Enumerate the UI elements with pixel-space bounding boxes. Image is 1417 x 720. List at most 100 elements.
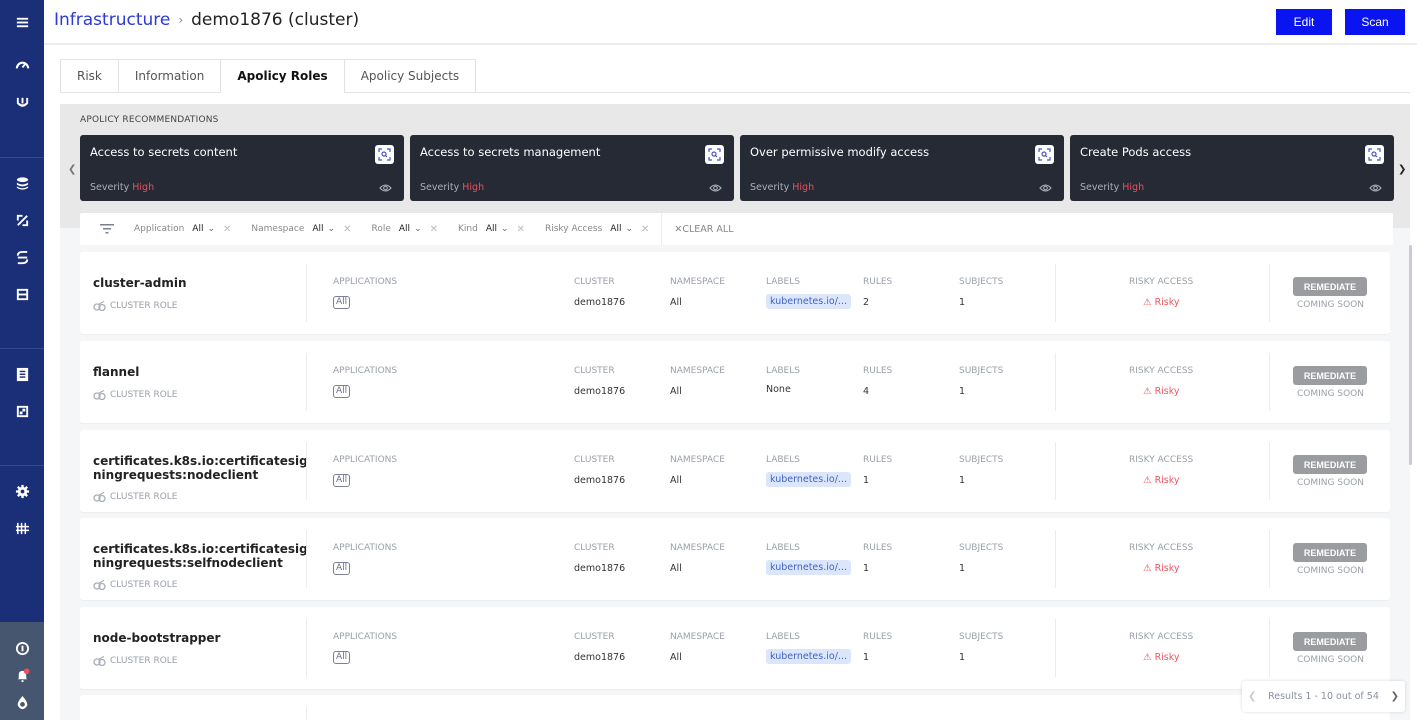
recommendation-card[interactable]: Over permissive modify access Severity H… — [740, 135, 1064, 201]
chevron-down-icon[interactable]: ⌄ — [414, 224, 422, 234]
eye-icon[interactable] — [379, 183, 392, 193]
drop-icon[interactable] — [10, 690, 34, 714]
database-icon[interactable] — [10, 282, 34, 306]
filter-application[interactable]: Application All ⌄ ✕ — [134, 224, 231, 235]
eye-icon[interactable] — [1039, 183, 1052, 193]
coming-soon-label: COMING SOON — [1297, 300, 1364, 310]
namespace-header: NAMESPACE — [670, 277, 725, 287]
settings-gear-icon[interactable] — [10, 479, 34, 503]
coming-soon-label: COMING SOON — [1297, 655, 1364, 665]
edit-button[interactable]: Edit — [1276, 9, 1332, 35]
policy-icon[interactable] — [10, 208, 34, 232]
inspect-icon[interactable] — [375, 145, 394, 164]
carousel-prev-arrow[interactable]: ❮ — [68, 164, 76, 175]
carousel-next-arrow[interactable]: ❯ — [1398, 164, 1406, 175]
layers-icon[interactable] — [10, 171, 34, 195]
filter-value: All — [398, 224, 411, 234]
subjects-value: 1 — [959, 652, 966, 663]
filter-icon[interactable] — [100, 223, 114, 235]
document-icon[interactable] — [10, 362, 34, 386]
role-kind-label: CLUSTER ROLE — [110, 390, 178, 400]
risky-label: Risky — [1154, 563, 1180, 574]
table-row[interactable]: node-bootstrapper CLUSTER ROLE APPLICATI… — [80, 607, 1390, 689]
scrollbar[interactable] — [1409, 245, 1412, 465]
clear-all-button[interactable]: ✕CLEAR ALL — [674, 224, 733, 235]
eye-icon[interactable] — [1369, 183, 1382, 193]
role-name[interactable]: certificates.k8s.io:certificatesig ningr… — [93, 454, 308, 482]
chevron-down-icon[interactable]: ⌄ — [328, 224, 336, 234]
eye-icon[interactable] — [709, 183, 722, 193]
severity: Severity High — [1080, 182, 1144, 193]
severity-label: Severity — [90, 182, 130, 193]
column-divider — [1269, 353, 1270, 411]
tab-information[interactable]: Information — [117, 59, 221, 93]
clear-filter-icon[interactable]: ✕ — [641, 224, 649, 235]
role-name[interactable]: certificates.k8s.io:certificatesig ningr… — [93, 542, 308, 570]
label-chip[interactable]: kubernetes.io/... — [766, 472, 851, 487]
report-icon[interactable] — [10, 399, 34, 423]
table-row[interactable]: flannel CLUSTER ROLE APPLICATIONS All CL… — [80, 341, 1390, 423]
inspect-icon[interactable] — [1365, 145, 1384, 164]
dashboard-gauge-icon[interactable] — [10, 53, 34, 77]
filter-kind[interactable]: Kind All ⌄ ✕ — [458, 224, 525, 235]
tab-risk[interactable]: Risk — [60, 59, 118, 93]
clear-filter-icon[interactable]: ✕ — [223, 224, 231, 235]
applications-header: APPLICATIONS — [333, 632, 398, 642]
table-row[interactable]: certificates.k8s.io:certificatesig ningr… — [80, 430, 1390, 512]
prev-page-button[interactable]: ❮ — [1248, 691, 1256, 702]
inspect-icon[interactable] — [705, 145, 724, 164]
info-icon[interactable] — [10, 636, 34, 660]
remediate-button[interactable]: REMEDIATE — [1293, 543, 1367, 562]
tab-apolicy-subjects[interactable]: Apolicy Subjects — [343, 59, 477, 93]
next-page-button[interactable]: ❯ — [1391, 691, 1399, 702]
breadcrumb-infrastructure-link[interactable]: Infrastructure — [54, 10, 170, 30]
remediate-button[interactable]: REMEDIATE — [1293, 366, 1367, 385]
table-row-partial[interactable] — [80, 695, 1390, 720]
applications-tag: All — [333, 385, 351, 398]
chevron-down-icon[interactable]: ⌄ — [207, 224, 215, 234]
remediate-button[interactable]: REMEDIATE — [1293, 277, 1367, 296]
integrations-icon[interactable] — [10, 516, 34, 540]
risky-access-header: RISKY ACCESS — [1129, 455, 1194, 465]
filter-role[interactable]: Role All ⌄ ✕ — [371, 224, 438, 235]
notifications-bell-icon[interactable] — [10, 663, 34, 687]
clear-filter-icon[interactable]: ✕ — [517, 224, 525, 235]
subjects-value: 1 — [959, 297, 966, 308]
label-chip[interactable]: kubernetes.io/... — [766, 649, 851, 664]
remediate-button[interactable]: REMEDIATE — [1293, 455, 1367, 474]
role-name[interactable]: node-bootstrapper — [93, 631, 298, 645]
link-icon[interactable] — [10, 245, 34, 269]
role-name[interactable]: flannel — [93, 365, 298, 379]
menu-icon[interactable] — [10, 10, 34, 34]
severity-label: Severity — [420, 182, 460, 193]
table-row[interactable]: certificates.k8s.io:certificatesig ningr… — [80, 518, 1390, 600]
filter-risky-access[interactable]: Risky Access All ⌄ ✕ — [545, 224, 649, 235]
chevron-down-icon[interactable]: ⌄ — [501, 224, 509, 234]
table-row[interactable]: cluster-admin CLUSTER ROLE APPLICATIONS … — [80, 252, 1390, 334]
recommendation-card[interactable]: Create Pods access Severity High — [1070, 135, 1394, 201]
cluster-header: CLUSTER — [574, 366, 615, 376]
chevron-down-icon[interactable]: ⌄ — [625, 224, 633, 234]
clear-filter-icon[interactable]: ✕ — [343, 224, 351, 235]
inspect-icon[interactable] — [1035, 145, 1054, 164]
recommendation-card[interactable]: Access to secrets content Severity High — [80, 135, 404, 201]
cluster-header: CLUSTER — [574, 277, 615, 287]
tab-apolicy-roles[interactable]: Apolicy Roles — [220, 59, 344, 93]
shield-icon[interactable] — [10, 90, 34, 114]
filter-divider — [661, 213, 663, 245]
scan-button[interactable]: Scan — [1345, 9, 1405, 35]
label-chip[interactable]: kubernetes.io/... — [766, 560, 851, 575]
filter-namespace[interactable]: Namespace All ⌄ ✕ — [251, 224, 351, 235]
applications-header: APPLICATIONS — [333, 277, 398, 287]
label-chip[interactable]: kubernetes.io/... — [766, 294, 851, 309]
remediate-button[interactable]: REMEDIATE — [1293, 632, 1367, 651]
role-name[interactable]: cluster-admin — [93, 276, 298, 290]
clear-filter-icon[interactable]: ✕ — [430, 224, 438, 235]
column-divider — [306, 264, 307, 322]
clear-all-label: CLEAR ALL — [682, 223, 734, 235]
recommendation-card[interactable]: Access to secrets management Severity Hi… — [410, 135, 734, 201]
applications-header: APPLICATIONS — [333, 366, 398, 376]
severity-value: High — [792, 182, 815, 193]
tab-divider — [445, 92, 1410, 93]
namespace-header: NAMESPACE — [670, 455, 725, 465]
